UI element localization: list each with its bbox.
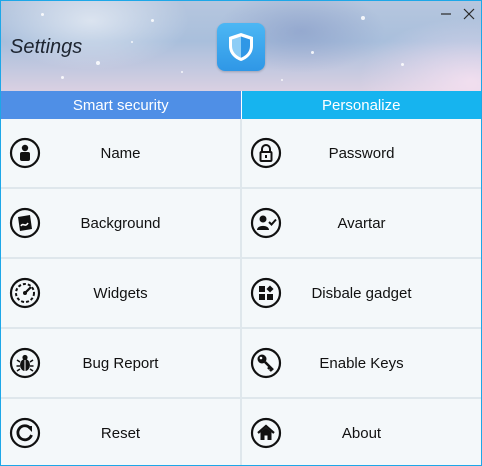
enable-keys-option[interactable]: Enable Keys	[242, 329, 481, 397]
user-icon	[9, 137, 41, 169]
wallpaper-icon	[9, 207, 41, 239]
app-logo	[217, 23, 265, 71]
disable-gadget-option[interactable]: Disbale gadget	[242, 259, 481, 327]
password-option[interactable]: Password	[242, 119, 481, 187]
settings-window: Settings Smart security Personalize Name…	[0, 0, 482, 466]
tab-label: Smart security	[72, 96, 169, 114]
home-icon	[250, 417, 282, 449]
bug-icon	[9, 347, 41, 379]
background-option[interactable]: Background	[1, 189, 240, 257]
tab-label: Personalize	[322, 96, 401, 114]
tab-smart-security[interactable]: Smart security	[1, 91, 242, 119]
widgets-grid-icon	[250, 277, 282, 309]
avatar-option[interactable]: Avartar	[242, 189, 481, 257]
about-option[interactable]: About	[242, 399, 481, 465]
key-icon	[250, 347, 282, 379]
gauge-icon	[9, 277, 41, 309]
tab-personalize[interactable]: Personalize	[241, 91, 481, 119]
reset-option[interactable]: Reset	[1, 399, 240, 465]
user-check-icon	[250, 207, 282, 239]
lock-icon	[250, 137, 282, 169]
name-option[interactable]: Name	[1, 119, 240, 187]
settings-grid: Name Password Background Avartar Widgets…	[1, 119, 481, 465]
close-icon	[463, 8, 475, 20]
shield-icon	[229, 33, 253, 61]
window-title: Settings	[10, 36, 83, 58]
header-banner: Settings	[1, 1, 481, 91]
close-button[interactable]	[460, 5, 478, 23]
tab-bar: Smart security Personalize	[1, 91, 481, 119]
bug-report-option[interactable]: Bug Report	[1, 329, 240, 397]
minimize-icon	[441, 13, 451, 15]
minimize-button[interactable]	[437, 5, 455, 23]
widgets-option[interactable]: Widgets	[1, 259, 240, 327]
reset-icon	[9, 417, 41, 449]
